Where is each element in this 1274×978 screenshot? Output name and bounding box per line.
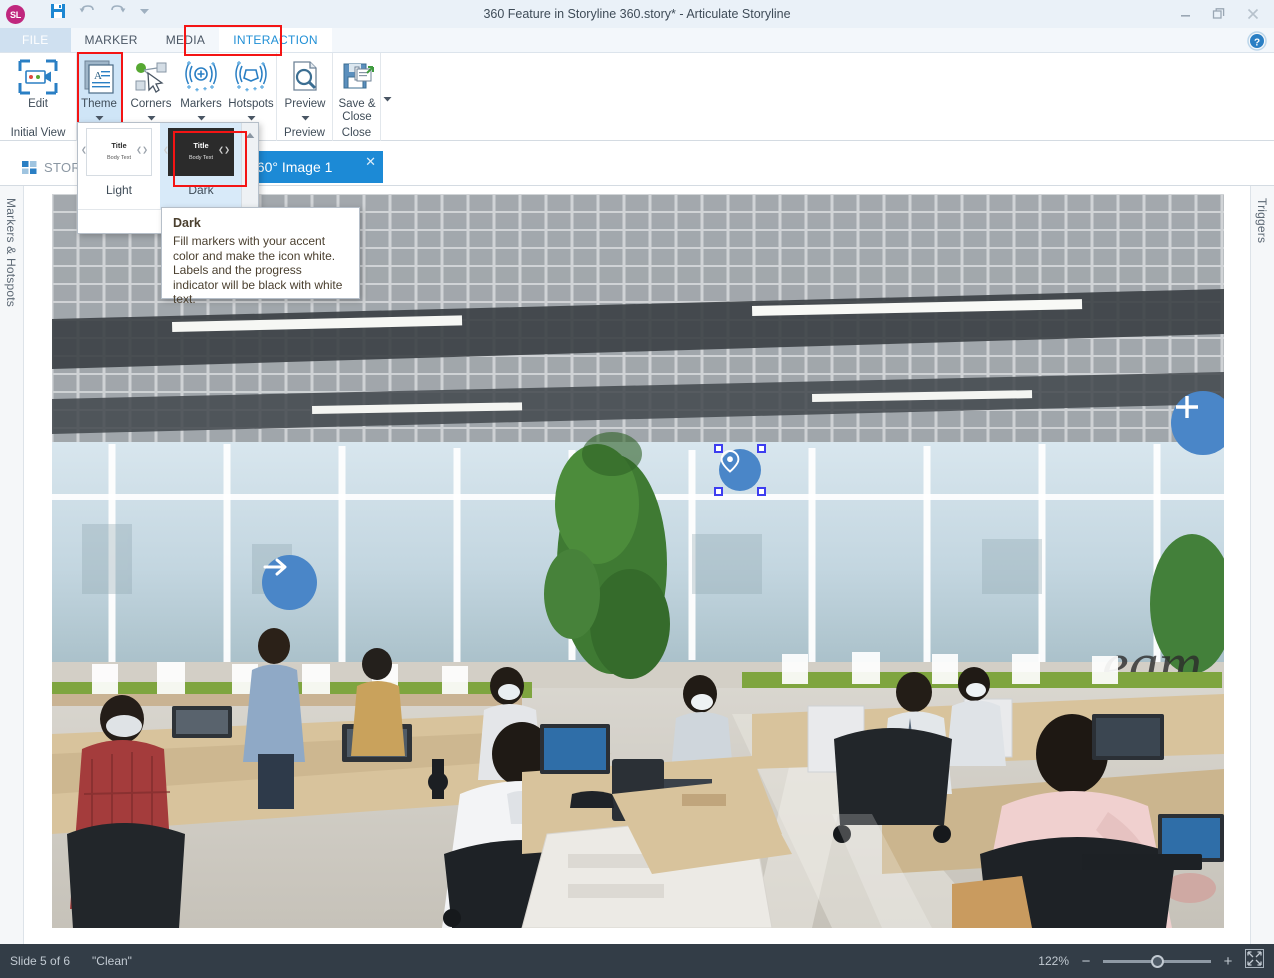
theme-thumb-title: Title [111,141,127,150]
camera-view-icon [17,56,59,98]
ribbon-tab-bar: FILE MARKER MEDIA INTERACTION [0,28,1274,53]
group-label-preview: Preview [284,127,325,139]
theme-thumb-body: Body Text [188,155,214,161]
restore-icon[interactable] [1204,0,1234,28]
tab-marker[interactable]: MARKER [71,28,152,52]
chevron-left-icon: ❮ [163,147,169,154]
minimize-icon[interactable] [1170,0,1200,28]
selection-handle-tl[interactable] [714,444,723,453]
marker-pin-selected[interactable] [714,444,766,496]
close-icon[interactable] [1238,0,1268,28]
preview-button-label: Preview [284,98,326,110]
panel-triggers[interactable]: Triggers [1250,186,1274,944]
close-icon[interactable]: ✕ [365,154,376,170]
help-icon[interactable]: ? [1246,30,1268,52]
group-label-initial-view: Initial View [10,127,66,139]
chevron-down-icon[interactable] [301,112,310,124]
selection-handle-bl[interactable] [714,487,723,496]
tooltip-body: Fill markers with your accent color and … [173,234,343,306]
svg-text:A: A [94,70,102,82]
tab-file[interactable]: FILE [0,28,71,52]
zoom-in-button[interactable]: + [1221,953,1235,970]
svg-text:?: ? [1254,37,1260,48]
save-close-icon [339,56,375,98]
theme-gallery-scrollbar[interactable] [241,123,258,211]
chevron-left-small-icon: ❮ [136,147,142,154]
fit-to-window-icon[interactable] [1245,949,1264,973]
storyline-360-window: SL 360 Feature in Storyline 360.story* -… [0,0,1274,978]
group-label-close: Close [341,127,372,139]
chevron-down-icon[interactable] [383,93,392,105]
theme-option-light[interactable]: ❮ Title Body Text ❮ ❯ Light [78,123,160,211]
theme-thumbnail-dark: ❮ Title Body Text ❮ ❯ [163,128,234,176]
slide-counter: Slide 5 of 6 [10,954,71,968]
status-bar: Slide 5 of 6 "Clean" 122% − + [0,944,1274,978]
zoom-slider-thumb[interactable] [1151,954,1164,968]
theme-gallery-items: ❮ Title Body Text ❮ ❯ Light ❮ Title Body… [78,123,242,211]
tab-media[interactable]: MEDIA [152,28,220,52]
tooltip-title: Dark [173,216,201,230]
hotspots-icon [229,56,273,98]
story-view-icon [22,160,37,174]
edit-button-label: Edit [28,98,48,110]
ribbon-group-close: Save & Close Close [333,53,392,141]
theme-thumb-body: Body Text [106,155,132,161]
chevron-right-icon: ❯ [224,147,230,154]
status-bar-left: Slide 5 of 6 "Clean" [10,954,132,968]
scroll-up-icon[interactable] [245,126,255,144]
chevron-right-icon: ❯ [142,147,148,154]
theme-option-dark[interactable]: ❮ Title Body Text ❮ ❯ Dark [160,123,242,211]
theme-tooltip: Dark Fill markers with your accent color… [161,207,360,306]
theme-thumb-title: Title [193,141,209,150]
title-bar: SL 360 Feature in Storyline 360.story* -… [0,0,1274,28]
window-title: 360 Feature in Storyline 360.story* - Ar… [483,7,791,21]
chevron-left-icon: ❮ [81,147,87,154]
hotspots-button-label: Hotspots [228,98,274,110]
window-controls [1170,0,1268,28]
theme-button-label: Theme [81,98,117,110]
markers-icon [179,56,223,98]
hotspot-arrow-right[interactable] [262,555,317,610]
zoom-slider[interactable] [1103,954,1211,968]
ribbon-group-initial-view: Edit Initial View [0,53,77,141]
tab-360-image-1[interactable]: 360° Image 1 ✕ [222,151,383,183]
corners-button-label: Corners [130,98,172,110]
panel-triggers-label: Triggers [1255,198,1269,244]
panel-markers-hotspots[interactable]: Markers & Hotspots [0,186,24,944]
selection-handle-tr[interactable] [757,444,766,453]
zoom-out-button[interactable]: − [1079,953,1093,970]
corners-icon [132,56,170,98]
theme-option-dark-label: Dark [188,183,214,197]
theme-thumbnail-light: ❮ Title Body Text ❮ ❯ [81,128,152,176]
markers-button-label: Markers [180,98,222,110]
panel-markers-hotspots-label: Markers & Hotspots [4,198,18,307]
selection-handle-br[interactable] [757,487,766,496]
scene-name: "Clean" [92,954,132,968]
ribbon-group-preview: Preview Preview [277,53,333,141]
hotspots-button[interactable]: Hotspots [220,56,282,124]
preview-icon [287,56,323,98]
tab-360-image-1-label: 360° Image 1 [249,159,333,175]
tab-interaction[interactable]: INTERACTION [219,28,332,52]
zoom-percent[interactable]: 122% [1033,954,1069,968]
theme-option-light-label: Light [105,183,133,197]
theme-icon: A [81,56,117,98]
status-bar-right: 122% − + [1033,949,1264,973]
save-and-close-button[interactable]: Save & Close [326,56,392,124]
save-and-close-label: Save & Close [338,98,376,123]
marker-pin-circle[interactable] [719,449,761,491]
edit-button[interactable]: Edit [7,56,69,111]
chevron-left-small-icon: ❮ [218,147,224,154]
